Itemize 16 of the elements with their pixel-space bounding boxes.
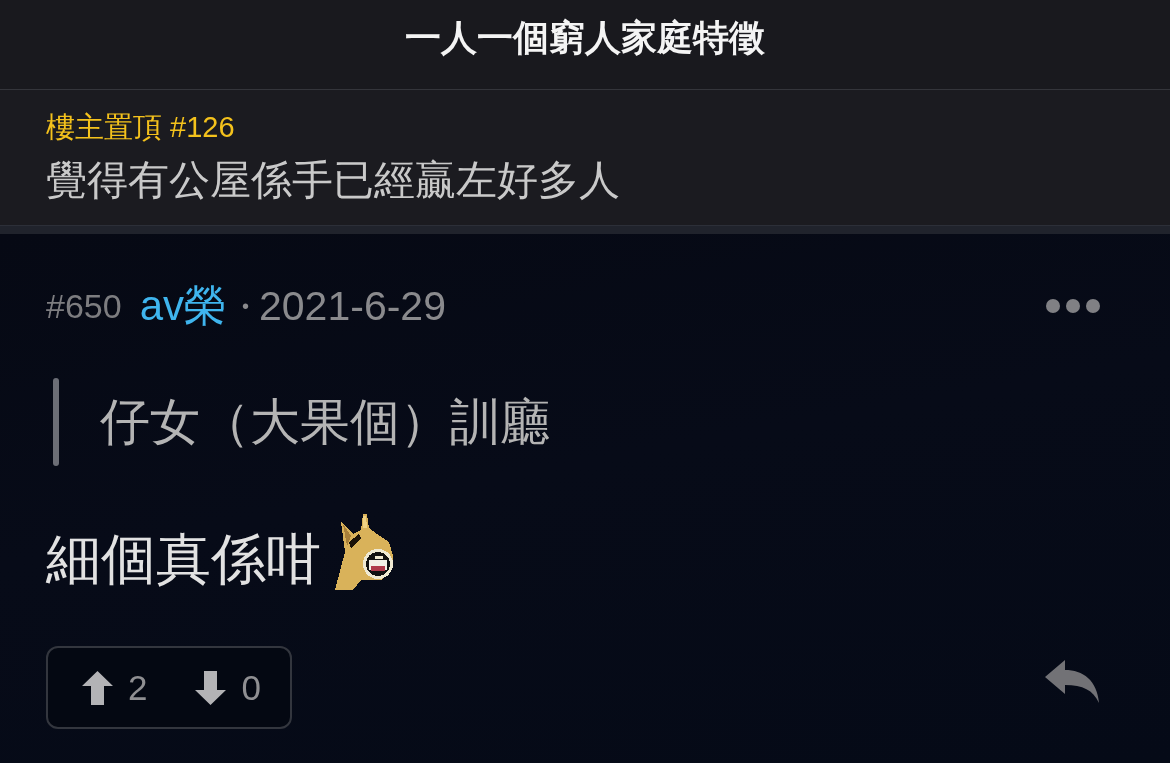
- down-arrow-icon: [195, 670, 227, 705]
- upvote-button[interactable]: 2: [82, 667, 148, 708]
- more-options-icon[interactable]: [1046, 299, 1100, 313]
- post-text: 細個真係咁: [46, 527, 321, 591]
- post-date: 2021-6-29: [259, 282, 446, 330]
- pinned-label: 樓主置頂 #126: [46, 110, 235, 145]
- separator-dot: •: [242, 294, 249, 318]
- downvote-button[interactable]: 0: [195, 667, 261, 708]
- pinned-text[interactable]: 覺得有公屋係手已經贏左好多人: [46, 154, 620, 206]
- reply-icon: [1045, 660, 1100, 703]
- post-number: #650: [46, 286, 122, 326]
- up-arrow-icon: [82, 670, 113, 705]
- thread-title: 一人一個窮人家庭特徵: [405, 16, 765, 60]
- author-name[interactable]: av榮: [139, 278, 226, 334]
- reply-button[interactable]: [1045, 660, 1100, 703]
- quoted-text: 仔女（大果個）訓廳: [100, 393, 550, 452]
